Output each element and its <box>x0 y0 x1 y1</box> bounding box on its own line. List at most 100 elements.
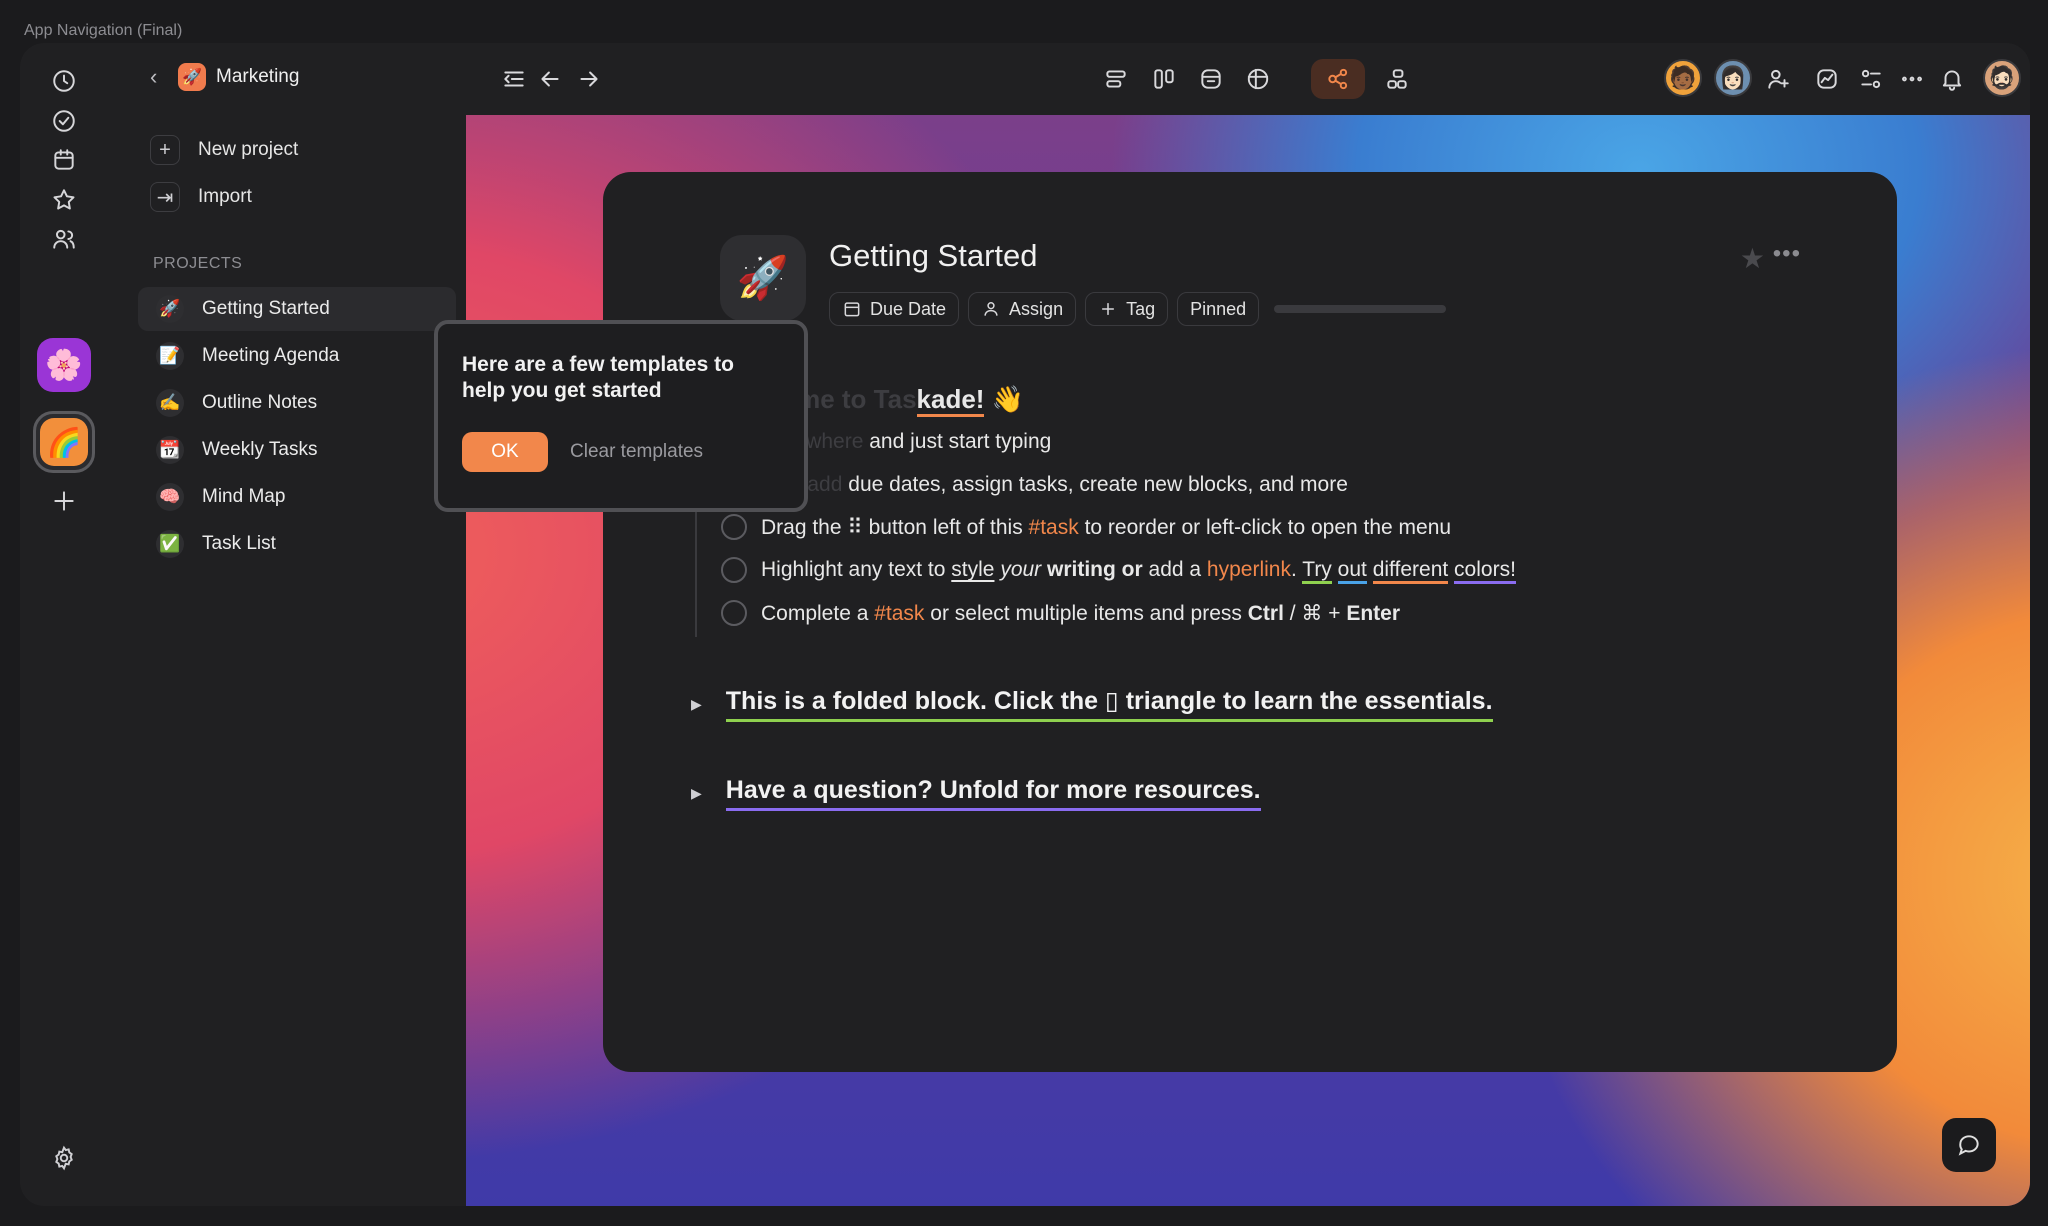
task-checkbox[interactable] <box>721 600 747 626</box>
intro-line-2-text: due dates, assign tasks, create new bloc… <box>848 473 1348 496</box>
workspace-header[interactable]: ‹ 🚀 Marketing <box>150 63 299 91</box>
ok-button[interactable]: OK <box>462 432 548 472</box>
rocket-icon: 🚀 <box>156 295 184 323</box>
task-item-complete[interactable]: Complete a #task or select multiple item… <box>721 600 1400 626</box>
folded-block-essentials[interactable]: ▶ This is a folded block. Click the ▯ tr… <box>691 686 1493 722</box>
workspace-rainbow-tile[interactable]: 🌈 <box>33 411 95 473</box>
arrow-right-icon[interactable] <box>569 59 609 99</box>
add-user-icon[interactable] <box>1758 59 1798 99</box>
collaborator-avatar-2[interactable]: 👩🏻 <box>1714 59 1752 97</box>
calendar-view-icon[interactable] <box>1191 59 1231 99</box>
pinned-chip[interactable]: Pinned <box>1177 292 1260 326</box>
project-label: Meeting Agenda <box>202 345 340 366</box>
tag-chip[interactable]: Tag <box>1085 292 1169 326</box>
new-project-label: New project <box>198 139 299 160</box>
star-icon[interactable] <box>44 180 84 220</box>
board-view-icon[interactable] <box>1144 59 1184 99</box>
new-project-button[interactable]: + New project <box>150 135 298 165</box>
due-date-chip[interactable]: Due Date <box>829 292 960 326</box>
sidebar: ‹ 🚀 Marketing + New project ⇥ Import PRO… <box>108 43 466 1206</box>
automation-icon[interactable] <box>1851 59 1891 99</box>
document-more-icon[interactable]: ••• <box>1773 240 1801 268</box>
recent-icon[interactable] <box>44 61 84 101</box>
document-rocket-icon[interactable]: 🚀 <box>720 235 806 321</box>
triangle-right-icon[interactable]: ▶ <box>691 785 702 802</box>
collapse-sidebar-icon[interactable] <box>494 59 534 99</box>
project-item-outline-notes[interactable]: ✍️ Outline Notes <box>138 381 456 425</box>
import-button[interactable]: ⇥ Import <box>150 182 252 212</box>
task-checkbox[interactable] <box>721 557 747 583</box>
workspace-flower-tile[interactable]: 🌸 <box>37 338 91 392</box>
project-label: Getting Started <box>202 298 330 319</box>
plus-icon: + <box>150 135 180 165</box>
workspace-name: Marketing <box>216 66 300 87</box>
workspace-badge-icon: 🚀 <box>178 63 206 91</box>
projects-section-label: PROJECTS <box>153 255 243 272</box>
table-view-icon[interactable] <box>1238 59 1278 99</box>
main-area: 🧑🏾 👩🏻 🧔🏻 🚀 Getting Started ★ ••• Due Dat… <box>466 43 2030 1206</box>
hyperlink-text: hyperlink <box>1206 558 1291 581</box>
collaborator-avatar-1[interactable]: 🧑🏾 <box>1664 59 1702 97</box>
more-horizontal-icon[interactable] <box>1892 59 1932 99</box>
settings-gear-icon[interactable] <box>46 1140 82 1176</box>
folded-block-resources[interactable]: ▶ Have a question? Unfold for more resou… <box>691 776 1261 811</box>
add-workspace-icon[interactable] <box>44 481 84 521</box>
calendar-emoji-icon: 📆 <box>156 436 184 464</box>
project-label: Mind Map <box>202 486 286 507</box>
folded-block-text: Have a question? Unfold for more resourc… <box>725 776 1261 811</box>
chat-bubble-icon[interactable] <box>1942 1118 1996 1172</box>
arrow-left-icon[interactable] <box>530 59 570 99</box>
rainbow-icon: 🌈 <box>46 426 82 458</box>
assign-chip[interactable]: Assign <box>968 292 1077 326</box>
task-hashtag: #task <box>874 601 925 625</box>
list-view-icon[interactable] <box>1096 59 1136 99</box>
clear-templates-link[interactable]: Clear templates <box>570 441 703 463</box>
project-item-getting-started[interactable]: 🚀 Getting Started <box>138 287 456 331</box>
project-label: Weekly Tasks <box>202 439 318 460</box>
favorite-star-icon[interactable]: ★ <box>1740 242 1765 275</box>
project-item-meeting-agenda[interactable]: 📝 Meeting Agenda <box>138 334 456 378</box>
calendar-small-icon <box>844 302 860 317</box>
task-item-drag[interactable]: Drag the ⠿ button left of this #task to … <box>721 514 1451 540</box>
check-mark-icon: ✅ <box>156 530 184 558</box>
heading-visible: kade! <box>916 384 985 417</box>
templates-popover: Here are a few templates to help you get… <box>434 320 808 512</box>
activity-icon[interactable] <box>1807 59 1847 99</box>
project-item-weekly-tasks[interactable]: 📆 Weekly Tasks <box>138 428 456 472</box>
project-label: Task List <box>202 533 276 554</box>
chevron-left-icon[interactable]: ‹ <box>150 64 168 90</box>
task-item-highlight[interactable]: Highlight any text to style your writing… <box>721 557 1516 584</box>
popover-message: Here are a few templates to help you get… <box>462 353 734 402</box>
document-title[interactable]: Getting Started <box>829 238 1038 274</box>
tasks-icon[interactable] <box>44 101 84 141</box>
import-label: Import <box>198 186 252 207</box>
user-avatar[interactable]: 🧔🏻 <box>1983 59 2021 97</box>
intro-line-1-text: and just start typing <box>869 430 1052 453</box>
task-checkbox[interactable] <box>721 514 747 540</box>
calendar-icon[interactable] <box>44 140 84 180</box>
document-card: 🚀 Getting Started ★ ••• Due Date Assign <box>603 172 1897 1072</box>
canvas-background: 🚀 Getting Started ★ ••• Due Date Assign <box>466 115 2030 1206</box>
triangle-right-icon[interactable]: ▶ <box>691 696 702 713</box>
intro-line-2[interactable]: Type / to add due dates, assign tasks, c… <box>721 473 1348 497</box>
memo-icon: 📝 <box>156 342 184 370</box>
person-icon <box>984 302 998 316</box>
folded-block-text: This is a folded block. Click the ▯ tria… <box>725 686 1493 722</box>
brain-icon: 🧠 <box>156 483 184 511</box>
project-label: Outline Notes <box>202 392 318 413</box>
flower-icon: 🌸 <box>45 348 83 382</box>
task-hashtag: #task <box>1028 515 1079 539</box>
waving-hand-icon: 👋 <box>991 384 1025 414</box>
project-item-task-list[interactable]: ✅ Task List <box>138 522 456 566</box>
app-window: 🌸 🌈 ‹ 🚀 Marketing + New project ⇥ Import… <box>20 43 2030 1206</box>
import-icon: ⇥ <box>150 182 180 212</box>
bell-icon[interactable] <box>1932 59 1972 99</box>
icon-rail: 🌸 🌈 <box>20 43 108 1206</box>
plus-small-icon <box>1102 303 1114 315</box>
project-list: 🚀 Getting Started 📝 Meeting Agenda ✍️ Ou… <box>138 287 456 569</box>
document-chips: Due Date Assign Tag Pinned <box>829 292 1447 326</box>
org-chart-view-icon[interactable] <box>1377 59 1417 99</box>
mind-map-view-icon[interactable] <box>1311 59 1365 99</box>
project-item-mind-map[interactable]: 🧠 Mind Map <box>138 475 456 519</box>
people-icon[interactable] <box>44 219 84 259</box>
